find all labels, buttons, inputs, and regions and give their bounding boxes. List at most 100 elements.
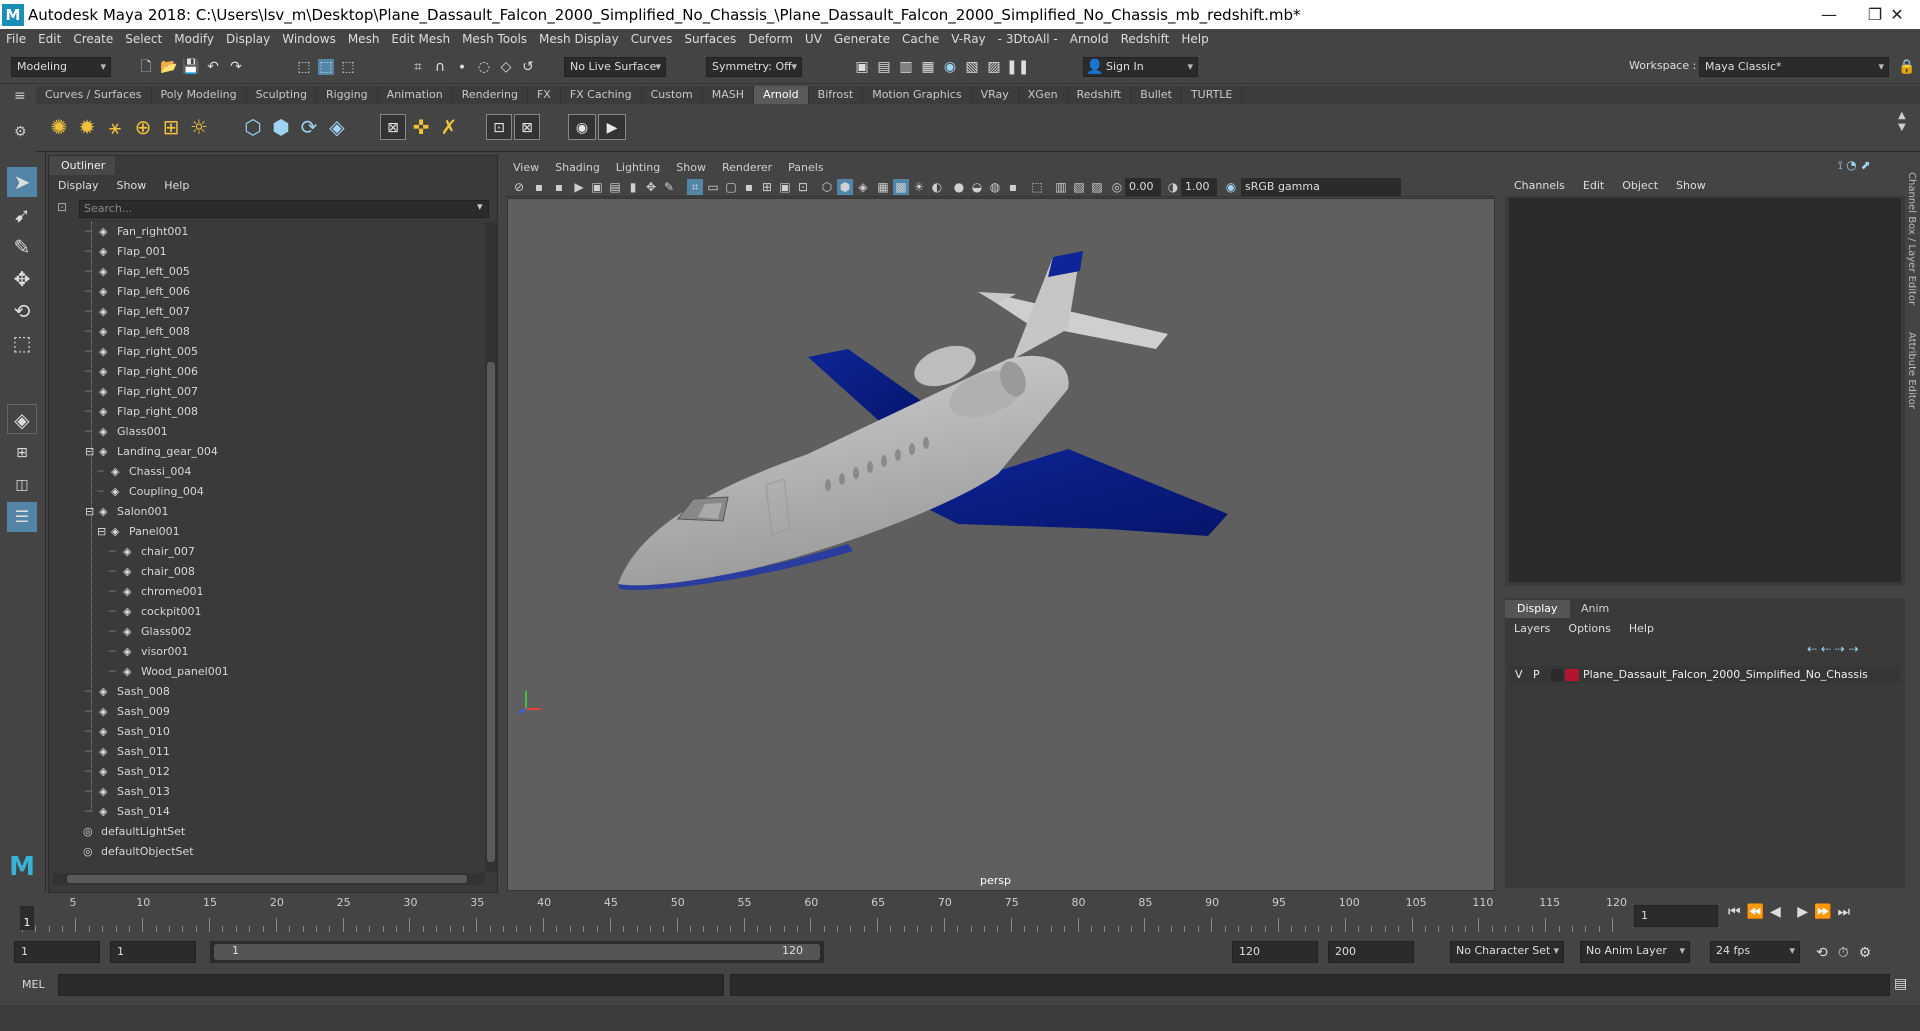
layer-color-swatch[interactable] <box>1565 669 1579 681</box>
anti-alias-icon[interactable]: ◒ <box>969 179 985 195</box>
dof-icon[interactable]: ◍ <box>987 179 1003 195</box>
layer-menu-layers[interactable]: Layers <box>1505 620 1559 638</box>
outliner-item[interactable]: ─ ◈ Flap_001 <box>85 242 167 262</box>
mesh-light-icon[interactable]: ⚹ <box>102 114 128 140</box>
exposure-field[interactable]: 0.00 <box>1125 178 1161 196</box>
select-component-icon[interactable]: ⬚ <box>340 59 356 75</box>
new-scene-icon[interactable]: 🗋 <box>138 59 154 75</box>
snap-point-icon[interactable]: ∙ <box>454 59 470 75</box>
menu-edit-mesh[interactable]: Edit Mesh <box>385 32 456 46</box>
outliner-item[interactable]: ─ ◈ chair_008 <box>109 562 195 582</box>
safe-action-icon[interactable]: ▣ <box>777 179 793 195</box>
render-view-shelf-icon[interactable]: ⊠ <box>380 114 406 140</box>
menu-surfaces[interactable]: Surfaces <box>678 32 742 46</box>
scale-tool-icon[interactable]: ⬚ <box>7 328 37 358</box>
outliner-item[interactable]: ─ ◈ Flap_right_006 <box>85 362 198 382</box>
shelf-tab-rendering[interactable]: Rendering <box>453 86 528 104</box>
shelf-tab-motion-graphics[interactable]: Motion Graphics <box>863 86 972 104</box>
shelf-tab-fx-caching[interactable]: FX Caching <box>561 86 642 104</box>
menu-create[interactable]: Create <box>67 32 119 46</box>
render-frame-icon[interactable]: ▤ <box>876 59 892 75</box>
current-frame-field[interactable]: 1 <box>1634 905 1718 927</box>
outliner-item[interactable]: ─ ◈ Sash_012 <box>85 762 170 782</box>
shelf-settings-icon[interactable]: ⚙ <box>14 124 30 140</box>
menu-select[interactable]: Select <box>119 32 168 46</box>
3d-viewport[interactable] <box>507 198 1495 891</box>
menu-modify[interactable]: Modify <box>168 32 220 46</box>
outliner-item[interactable]: ─ ◈ Fan_right001 <box>85 222 188 242</box>
snap-surface-icon[interactable]: ◇ <box>498 59 514 75</box>
outliner-item[interactable]: ─ ◈ Glass001 <box>85 422 168 442</box>
layer-name[interactable]: Plane_Dassault_Falcon_2000_Simplified_No… <box>1583 666 1868 684</box>
collapse-icon[interactable]: ⊟ <box>85 502 99 522</box>
layer-tools-icons[interactable]: ⇠ ⇠ ⇢ ⇢ <box>1807 642 1859 656</box>
outliner-item[interactable]: ─ ◈ Sash_011 <box>85 742 170 762</box>
menu-generate[interactable]: Generate <box>828 32 896 46</box>
channel-box-icons[interactable]: ⟟ ◔ ⬈ <box>1838 158 1871 173</box>
outliner-hscrollbar[interactable] <box>53 873 485 885</box>
menu-display[interactable]: Display <box>220 32 276 46</box>
standin-icon[interactable]: ⬡ <box>240 114 266 140</box>
outliner-item[interactable]: ◎ defaultObjectSet <box>69 842 194 862</box>
smooth-shade-icon[interactable]: ⬢ <box>837 179 853 195</box>
symmetry-select[interactable]: Symmetry: Off <box>706 57 802 77</box>
menu-v-ray[interactable]: V-Ray <box>945 32 991 46</box>
animation-end-field[interactable]: 200 <box>1328 941 1414 963</box>
anim-layer-select[interactable]: No Anim Layer <box>1580 941 1690 963</box>
shelf-tab-arnold[interactable]: Arnold <box>754 86 809 104</box>
select-tool-icon[interactable]: ➤ <box>7 167 37 197</box>
menu-deform[interactable]: Deform <box>742 32 799 46</box>
outliner-tab[interactable]: Outliner <box>49 156 115 175</box>
move-tool-icon[interactable]: ✥ <box>7 264 37 294</box>
channel-box-side-tab[interactable]: Channel Box / Layer Editor <box>1906 172 1917 305</box>
bookmark-icon[interactable]: ▪ <box>551 179 567 195</box>
workspace-select[interactable]: Maya Classic* <box>1699 57 1889 77</box>
outliner-item[interactable]: ─ ◈ Glass002 <box>109 622 192 642</box>
render-region-icon[interactable]: ▣ <box>854 59 870 75</box>
layer-menu-help[interactable]: Help <box>1620 620 1663 638</box>
backface-icon[interactable]: ▨ <box>1089 179 1105 195</box>
redo-icon[interactable]: ↷ <box>228 59 244 75</box>
outliner-search-input[interactable]: Search... <box>79 200 489 218</box>
layer-menu-options[interactable]: Options <box>1559 620 1619 638</box>
outliner-item[interactable]: ─ ◈ cockpit001 <box>109 602 202 622</box>
physical-sky-icon[interactable]: ☼ <box>186 114 212 140</box>
range-slider[interactable]: 1 120 <box>210 941 824 963</box>
wireframe-on-shaded-icon[interactable]: ◈ <box>855 179 871 195</box>
render-view-icon[interactable]: ▧ <box>964 59 980 75</box>
gate-mask-icon[interactable]: ▪ <box>741 179 757 195</box>
animation-start-field[interactable]: 1 <box>14 941 100 963</box>
outliner-item[interactable]: ─ ◈ Flap_left_005 <box>85 262 190 282</box>
outliner-item[interactable]: ─ ◈ Sash_008 <box>85 682 170 702</box>
viewport-menu-lighting[interactable]: Lighting <box>608 158 668 177</box>
search-dropdown-icon[interactable]: ▾ <box>477 200 483 213</box>
flush-caches-icon[interactable]: ✜ <box>408 114 434 140</box>
gamma-field[interactable]: 1.00 <box>1181 178 1217 196</box>
undo-icon[interactable]: ↶ <box>205 59 221 75</box>
camera-attr-icon[interactable]: ▪ <box>531 179 547 195</box>
channel-menu-object[interactable]: Object <box>1613 176 1667 196</box>
outliner-item[interactable]: ─ ◈ Chassi_004 <box>97 462 191 482</box>
image-plane-icon[interactable]: ▣ <box>589 179 605 195</box>
grid-icon[interactable]: ⌗ <box>687 179 703 195</box>
grease-pencil-icon[interactable]: ✎ <box>661 179 677 195</box>
four-pane-layout-icon[interactable]: ⊞ <box>7 438 37 468</box>
render-settings-icon[interactable]: ▦ <box>920 59 936 75</box>
film-gate-icon[interactable]: ▤ <box>607 179 623 195</box>
lock-icon[interactable]: 🔒 <box>1898 59 1915 75</box>
outliner-item[interactable]: ─ ◈ Flap_right_005 <box>85 342 198 362</box>
skydome-light-icon[interactable]: ✺ <box>46 114 72 140</box>
plane-model[interactable] <box>508 199 1496 892</box>
filter-icon[interactable]: ⊡ <box>57 200 73 216</box>
exposure-icon[interactable]: ◎ <box>1109 179 1125 195</box>
color-space-select[interactable]: sRGB gamma <box>1241 178 1401 196</box>
pan-zoom-icon[interactable]: ✥ <box>643 179 659 195</box>
display-layer-tab[interactable]: Display <box>1505 600 1570 618</box>
paint-select-tool-icon[interactable]: ✎ <box>7 232 37 262</box>
menu-file[interactable]: File <box>0 32 32 46</box>
safe-title-icon[interactable]: ⊡ <box>795 179 811 195</box>
photometric-light-icon[interactable]: ⊕ <box>130 114 156 140</box>
mel-label[interactable]: MEL <box>22 978 45 991</box>
shelf-tab-poly-modeling[interactable]: Poly Modeling <box>152 86 247 104</box>
color-management-icon[interactable]: ◉ <box>1223 179 1239 195</box>
